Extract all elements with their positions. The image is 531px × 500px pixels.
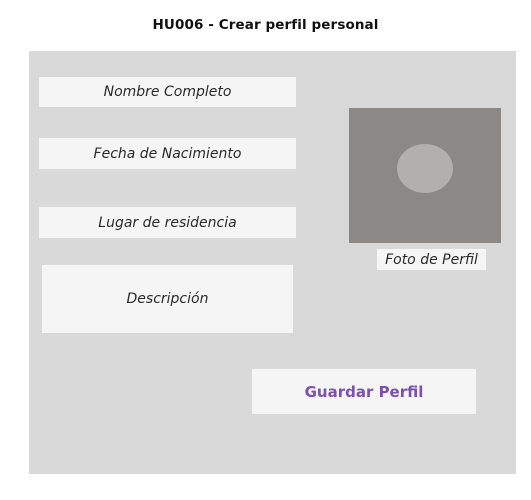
- residence-field[interactable]: Lugar de residencia: [39, 207, 296, 238]
- profile-photo-label: Foto de Perfil: [377, 249, 486, 270]
- description-field[interactable]: Descripción: [42, 265, 293, 333]
- full-name-field[interactable]: Nombre Completo: [39, 77, 296, 107]
- page-title: HU006 - Crear perfil personal: [152, 17, 379, 33]
- birth-date-field[interactable]: Fecha de Nacimiento: [39, 138, 296, 169]
- avatar-circle-icon: [397, 144, 453, 193]
- save-profile-button[interactable]: Guardar Perfil: [252, 369, 476, 414]
- profile-photo-placeholder[interactable]: [349, 108, 501, 243]
